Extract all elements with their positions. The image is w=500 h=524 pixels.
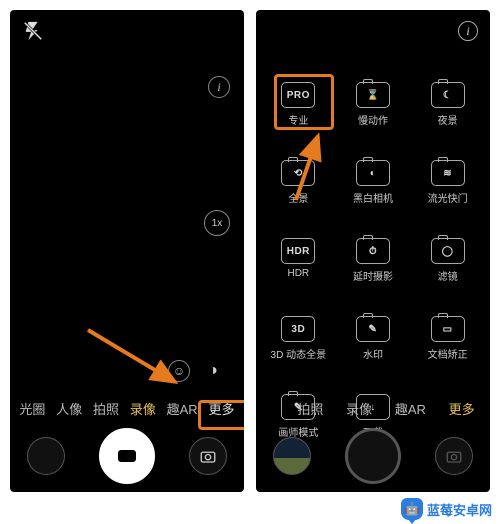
shutter-row: [256, 428, 490, 484]
mode-bar[interactable]: 拍照 录像 趣AR 更多: [256, 395, 490, 422]
top-bar: [10, 10, 244, 46]
mode-monochrome[interactable]: ◐黑白相机: [337, 160, 410, 205]
mode-photo[interactable]: 拍照: [295, 395, 325, 422]
quick-options: ☺ ◑: [168, 360, 224, 382]
mode-document-scan[interactable]: ▭文档矫正: [411, 316, 484, 361]
mode-ar[interactable]: 趣AR: [165, 395, 200, 422]
gallery-thumbnail[interactable]: [27, 437, 65, 475]
mode-hdr[interactable]: HDRHDR: [262, 238, 335, 279]
mode-panorama[interactable]: ⟲全景: [262, 160, 335, 205]
settings-gear-icon[interactable]: [210, 20, 232, 42]
gallery-thumbnail[interactable]: [273, 437, 311, 475]
edit-pencil-icon[interactable]: [268, 20, 290, 42]
face-beauty-icon[interactable]: ☺: [168, 360, 190, 382]
mode-more[interactable]: 更多: [447, 395, 477, 422]
info-icon[interactable]: i: [208, 76, 230, 98]
shutter-row: [10, 428, 244, 484]
mode-video[interactable]: 录像: [128, 395, 158, 422]
camera-screen-main: i 1x ☺ ◑ 光圈 人像 拍照 录像 趣AR 更多: [10, 10, 244, 492]
mode-lightpainting[interactable]: ≋流光快门: [411, 160, 484, 205]
mode-portrait[interactable]: 人像: [54, 395, 84, 422]
mode-aperture[interactable]: 光圈: [17, 395, 47, 422]
flash-off-icon[interactable]: [22, 20, 44, 42]
watermark-text: 蓝莓安卓网: [427, 500, 492, 519]
mode-3d-panorama[interactable]: 3D3D 动态全景: [262, 316, 335, 361]
mode-night[interactable]: ☾夜景: [411, 82, 484, 127]
mode-more[interactable]: 更多: [207, 395, 237, 422]
top-bar: i: [256, 10, 490, 46]
site-watermark: 🤖 蓝莓安卓网: [401, 498, 492, 520]
shutter-button[interactable]: [99, 428, 155, 484]
switch-camera-icon[interactable]: [189, 437, 227, 475]
effects-icon[interactable]: ◑: [202, 360, 224, 382]
mode-watermark[interactable]: ✎水印: [337, 316, 410, 361]
modes-grid: PRO专业 ⌛慢动作 ☾夜景 ⟲全景 ◐黑白相机 ≋流光快门 HDRHDR ⏱延…: [256, 76, 490, 352]
switch-camera-icon[interactable]: [435, 437, 473, 475]
mode-pro[interactable]: PRO专业: [262, 82, 335, 127]
shutter-button[interactable]: [345, 428, 401, 484]
mode-filter[interactable]: ◯滤镜: [411, 238, 484, 283]
mode-timelapse[interactable]: ⏱延时摄影: [337, 238, 410, 283]
zoom-indicator[interactable]: 1x: [204, 210, 230, 236]
mode-video[interactable]: 录像: [344, 395, 374, 422]
camera-screen-more-modes: i PRO专业 ⌛慢动作 ☾夜景 ⟲全景 ◐黑白相机 ≋流光快门 HDRHDR …: [256, 10, 490, 492]
watermark-logo-icon: 🤖: [401, 498, 423, 520]
mode-bar[interactable]: 光圈 人像 拍照 录像 趣AR 更多: [10, 395, 244, 422]
info-icon[interactable]: i: [458, 21, 478, 41]
mode-photo[interactable]: 拍照: [91, 395, 121, 422]
mode-ar[interactable]: 趣AR: [393, 395, 428, 422]
mode-slowmo[interactable]: ⌛慢动作: [337, 82, 410, 127]
